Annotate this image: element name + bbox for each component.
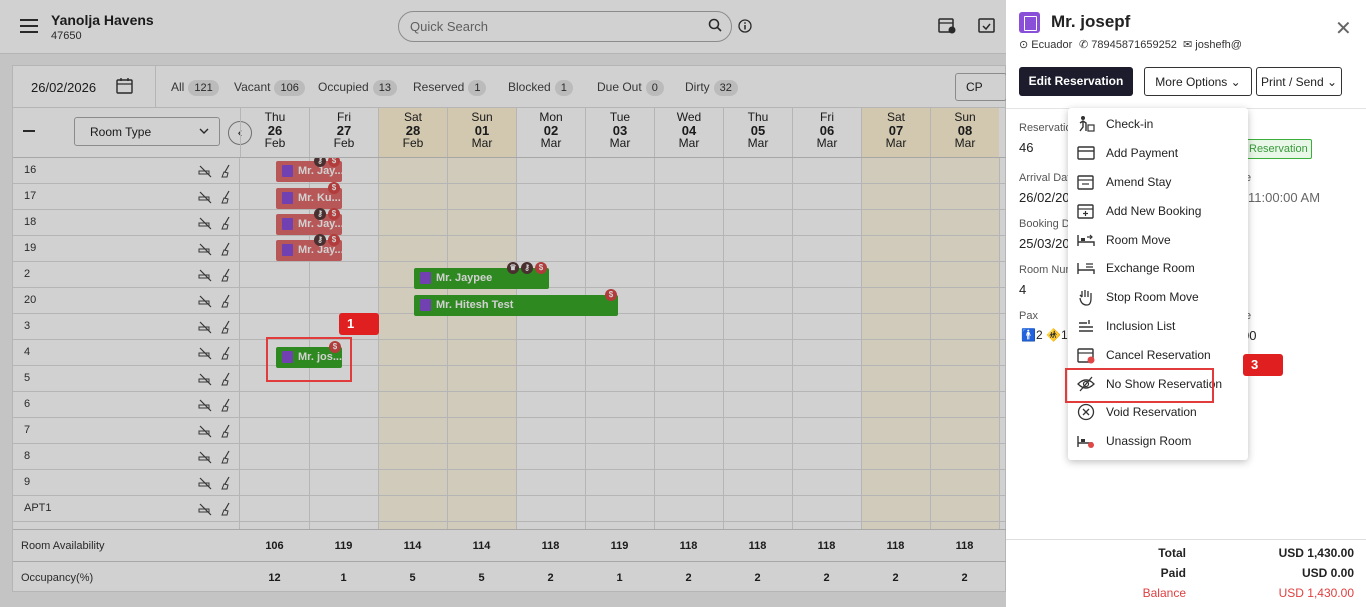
check-in-icon bbox=[1079, 116, 1095, 132]
totals-section: Total USD 1,430.00 Paid USD 0.00 Balance… bbox=[1006, 539, 1366, 607]
print-send-label: Print / Send bbox=[1260, 75, 1324, 89]
total-value: USD 1,430.00 bbox=[1278, 546, 1354, 560]
menu-item-inclusion-list[interactable]: Inclusion List bbox=[1068, 311, 1248, 339]
country-text: Ecuador bbox=[1031, 39, 1073, 51]
arrival-date-label: Arrival Dat bbox=[1019, 172, 1071, 184]
guest-name: Mr. josepf bbox=[1051, 12, 1131, 31]
balance-label: Balance bbox=[1142, 586, 1186, 600]
arrival-date-value: 26/02/20 bbox=[1019, 190, 1070, 205]
adults-count: 2 bbox=[1035, 328, 1043, 342]
chevron-down-icon: ⌄ bbox=[1326, 75, 1338, 89]
menu-item-label: Exchange Room bbox=[1106, 261, 1195, 275]
menu-item-label: Inclusion List bbox=[1106, 319, 1176, 333]
callout-number-3: 3 bbox=[1243, 354, 1283, 376]
menu-item-add-payment[interactable]: Add Payment bbox=[1068, 138, 1248, 166]
booking-date-label: Booking D bbox=[1019, 218, 1070, 230]
menu-item-label: Add Payment bbox=[1106, 146, 1179, 160]
reservation-number-label: Reservatio bbox=[1019, 122, 1072, 134]
phone-icon: ✆ bbox=[1079, 39, 1089, 51]
child-icon: 🚸 bbox=[1045, 328, 1061, 342]
callout-number-1: 1 bbox=[339, 313, 379, 335]
inclusion-list-icon bbox=[1079, 320, 1093, 332]
modal-overlay bbox=[0, 0, 1006, 607]
bed-unassign-icon bbox=[1077, 436, 1094, 448]
building-icon bbox=[1019, 12, 1040, 33]
status-badge: Reservation bbox=[1242, 139, 1312, 159]
paid-value: USD 0.00 bbox=[1301, 566, 1354, 580]
print-send-button[interactable]: Print / Send ⌄ bbox=[1256, 67, 1342, 96]
menu-item-label: Cancel Reservation bbox=[1106, 348, 1211, 362]
circle-x-icon bbox=[1077, 403, 1095, 421]
country: ⊙ Ecuador bbox=[1019, 38, 1072, 51]
callout-box-1 bbox=[266, 337, 352, 382]
room-number-label: Room Num bbox=[1019, 264, 1075, 276]
room-number-value: 4 bbox=[1019, 282, 1027, 297]
menu-item-label: Stop Room Move bbox=[1106, 290, 1199, 304]
phone: ✆ 78945871659252 bbox=[1079, 38, 1177, 51]
menu-item-add-new-booking[interactable]: Add New Booking bbox=[1068, 196, 1248, 224]
calendar-edit-icon bbox=[1077, 175, 1094, 190]
location-icon: ⊙ bbox=[1019, 39, 1029, 51]
menu-item-label: Void Reservation bbox=[1106, 405, 1197, 419]
app: Yanolja Havens 47650 26/02/2026 All121 V… bbox=[0, 0, 1366, 607]
paid-label: Paid bbox=[1160, 566, 1186, 580]
more-options-menu: Check-in Add Payment Amend Stay Add New … bbox=[1068, 108, 1248, 460]
more-options-button[interactable]: More Options ⌄ bbox=[1144, 67, 1252, 96]
more-options-label: More Options bbox=[1155, 75, 1228, 89]
booking-date-value: 25/03/20 bbox=[1019, 236, 1070, 251]
total-label: Total bbox=[1158, 546, 1186, 560]
card-icon bbox=[1077, 146, 1095, 160]
email-text: joshefh@ bbox=[1195, 39, 1242, 51]
menu-item-label: Add New Booking bbox=[1106, 204, 1202, 218]
menu-item-unassign-room[interactable]: Unassign Room bbox=[1068, 426, 1248, 454]
menu-item-stop-room-move[interactable]: Stop Room Move bbox=[1068, 282, 1248, 310]
menu-item-label: Check-in bbox=[1106, 117, 1154, 131]
calendar-plus-icon bbox=[1077, 204, 1094, 219]
departure-time-value: 11:00:00 AM bbox=[1248, 190, 1321, 205]
calendar-cancel-icon bbox=[1077, 348, 1095, 364]
children-count: 1 bbox=[1060, 328, 1068, 342]
adult-icon: 🚹 bbox=[1021, 328, 1036, 342]
mail-icon: ✉ bbox=[1183, 39, 1193, 51]
bed-move-icon bbox=[1077, 234, 1095, 246]
balance-value: USD 1,430.00 bbox=[1278, 586, 1354, 600]
pax-label: Pax bbox=[1019, 310, 1038, 322]
reservation-number-value: 46 bbox=[1019, 140, 1034, 155]
menu-item-room-move[interactable]: Room Move bbox=[1068, 225, 1248, 253]
callout-box-3 bbox=[1065, 368, 1214, 403]
pax-value: 🚹2 🚸1 bbox=[1021, 328, 1068, 342]
menu-item-exchange-room[interactable]: Exchange Room bbox=[1068, 253, 1248, 281]
menu-item-label: Room Move bbox=[1106, 233, 1171, 247]
phone-text: 78945871659252 bbox=[1091, 39, 1177, 51]
close-icon[interactable]: ✕ bbox=[1335, 16, 1352, 41]
hand-stop-icon bbox=[1079, 290, 1092, 306]
menu-item-cancel-reservation[interactable]: Cancel Reservation bbox=[1068, 340, 1248, 368]
email: ✉ joshefh@ bbox=[1183, 38, 1242, 51]
edit-reservation-button[interactable]: Edit Reservation bbox=[1019, 67, 1133, 96]
menu-item-check-in[interactable]: Check-in bbox=[1068, 109, 1248, 137]
bed-exchange-icon bbox=[1077, 263, 1095, 274]
chevron-down-icon: ⌄ bbox=[1230, 75, 1241, 89]
menu-item-label: Amend Stay bbox=[1106, 175, 1172, 189]
menu-item-amend-stay[interactable]: Amend Stay bbox=[1068, 167, 1248, 195]
menu-item-label: Unassign Room bbox=[1106, 434, 1192, 448]
